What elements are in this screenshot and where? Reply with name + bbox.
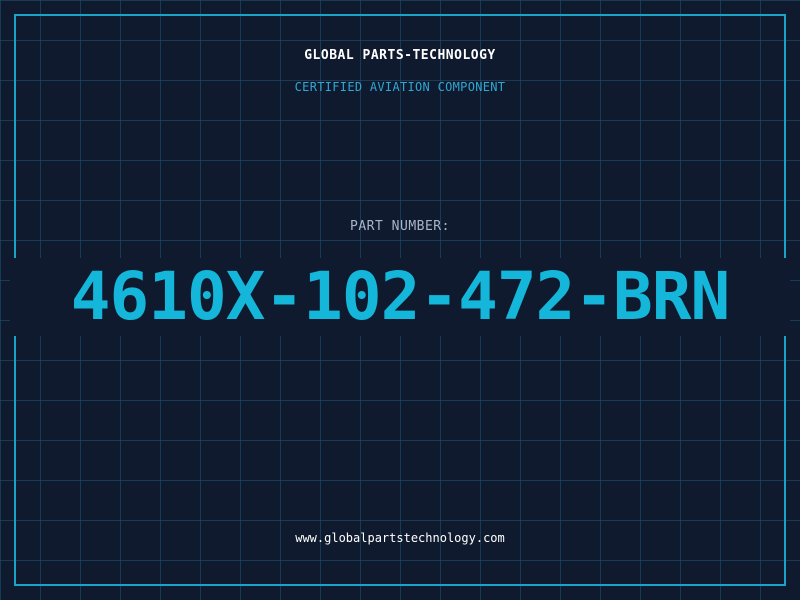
part-number-value: 4610X-102-472-BRN bbox=[70, 258, 731, 335]
website-link[interactable]: www.globalpartstechnology.com bbox=[0, 531, 800, 545]
brand-title: GLOBAL PARTS-TECHNOLOGY bbox=[304, 48, 496, 63]
part-number-label: PART NUMBER: bbox=[350, 219, 450, 234]
certification-subtitle: CERTIFIED AVIATION COMPONENT bbox=[294, 80, 506, 94]
